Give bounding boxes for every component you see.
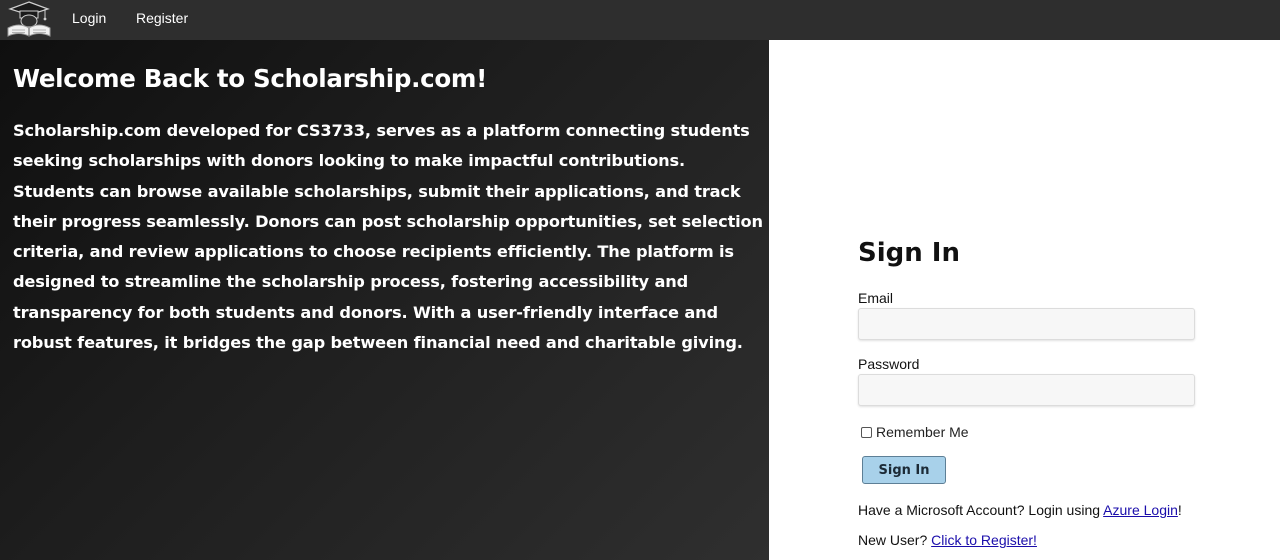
register-prefix: New User? <box>858 532 932 548</box>
welcome-title: Welcome Back to Scholarship.com! <box>13 64 488 93</box>
welcome-description: Scholarship.com developed for CS3733, se… <box>13 121 763 353</box>
remember-me-checkbox[interactable] <box>861 426 872 438</box>
azure-login-suffix: ! <box>1177 502 1182 518</box>
sign-in-title: Sign In <box>858 238 960 268</box>
email-field[interactable] <box>858 308 1195 340</box>
azure-login-line: Have a Microsoft Account? Login using Az… <box>858 502 1182 518</box>
password-field[interactable] <box>858 374 1195 406</box>
sign-in-panel: Sign In Email Password Remember Me Sign … <box>769 40 1280 560</box>
remember-me-label: Remember Me <box>876 424 969 440</box>
top-navbar: Login Register <box>0 0 1280 40</box>
azure-login-prefix: Have a Microsoft Account? Login using <box>858 502 1104 518</box>
welcome-panel: Welcome Back to Scholarship.com! Scholar… <box>0 40 769 560</box>
nav-login-link[interactable]: Login <box>72 10 106 26</box>
remember-me-row: Remember Me <box>861 424 969 440</box>
azure-login-link[interactable]: Azure Login <box>1103 502 1178 518</box>
graduation-cap-book-icon[interactable] <box>4 0 54 38</box>
register-link[interactable]: Click to Register! <box>931 532 1037 548</box>
email-label: Email <box>858 290 894 306</box>
nav-register-link[interactable]: Register <box>136 10 188 26</box>
register-line: New User? Click to Register! <box>858 532 1037 548</box>
password-label: Password <box>858 356 920 372</box>
sign-in-button[interactable]: Sign In <box>862 456 946 484</box>
